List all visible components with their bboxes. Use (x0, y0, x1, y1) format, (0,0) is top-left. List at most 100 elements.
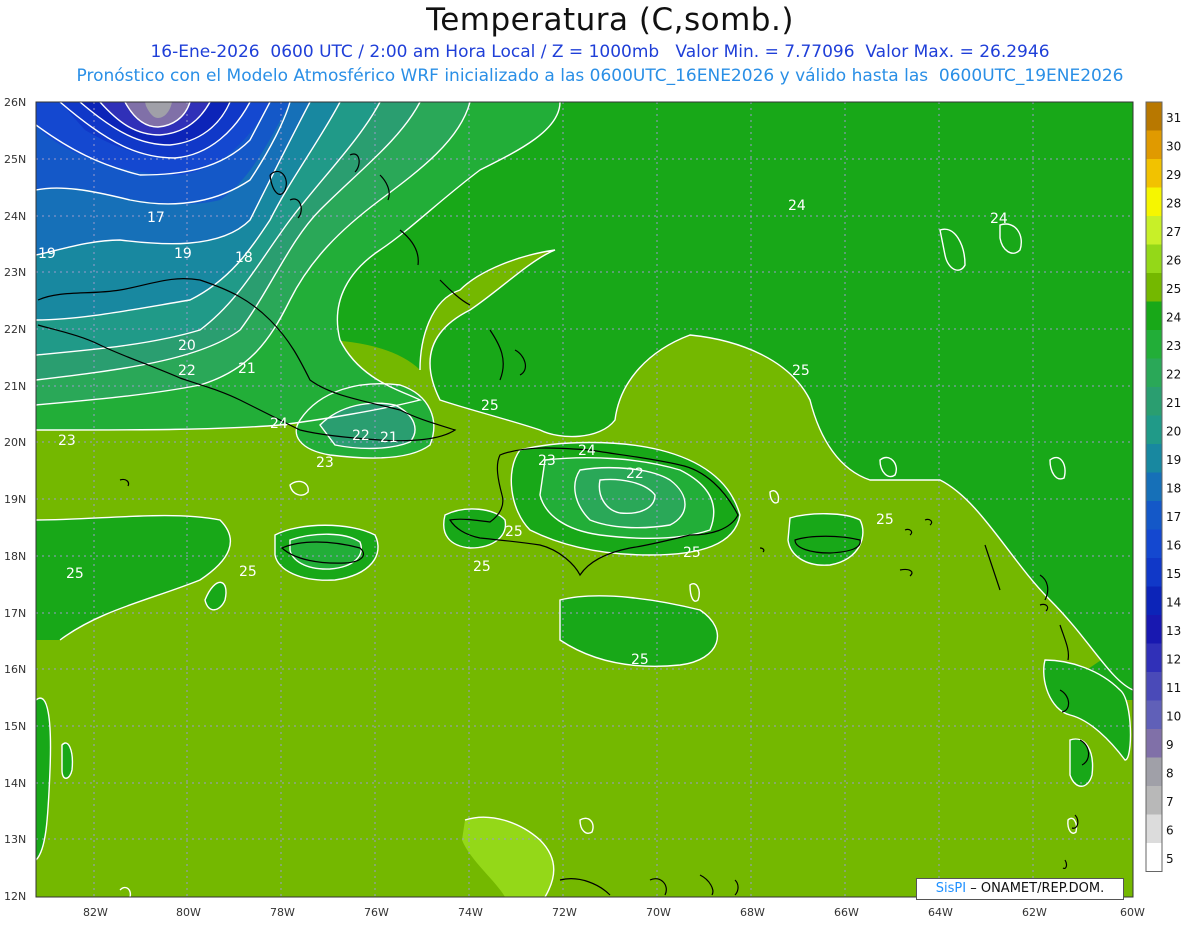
lat-label: 18N (4, 550, 26, 563)
colorbar-label: 7 (1166, 795, 1174, 809)
colorbar-label: 12 (1166, 653, 1181, 667)
colorbar-swatch (1146, 615, 1162, 644)
lat-label: 24N (4, 210, 26, 223)
lon-label: 76W (364, 906, 389, 919)
lon-label: 80W (176, 906, 201, 919)
colorbar: 31 30 29 28 27 26 25 24 23 22 21 20 19 18 17 16 15 14 13 12… (1145, 101, 1181, 872)
colorbar-swatch (1146, 586, 1162, 615)
credit-text: – ONAMET/REP.DOM. (966, 881, 1105, 896)
colorbar-swatch (1146, 102, 1162, 131)
colorbar-label: 20 (1166, 425, 1181, 439)
colorbar-swatch (1146, 273, 1162, 302)
colorbar-label: 13 (1166, 624, 1181, 638)
contour-label: 25 (505, 524, 523, 540)
lon-label: 64W (928, 906, 953, 919)
colorbar-label: 15 (1166, 567, 1181, 581)
colorbar-swatch (1146, 814, 1162, 843)
lat-label: 21N (4, 380, 26, 393)
contour-label: 25 (631, 652, 649, 668)
latitude-axis: 26N 25N 24N 23N 22N 21N 20N 19N 18N 17N … (4, 96, 26, 903)
lon-label: 72W (552, 906, 577, 919)
longitude-axis: 82W 80W 78W 76W 74W 72W 70W 68W 66W 64W … (83, 906, 1145, 919)
contour-label: 24 (990, 211, 1008, 227)
contour-label: 25 (876, 512, 894, 528)
colorbar-label: 18 (1166, 482, 1181, 496)
colorbar-label: 25 (1166, 282, 1181, 296)
colorbar-swatch (1146, 187, 1162, 216)
lat-label: 20N (4, 436, 26, 449)
lat-label: 25N (4, 153, 26, 166)
colorbar-swatch (1146, 529, 1162, 558)
lat-label: 19N (4, 493, 26, 506)
colorbar-swatch (1146, 501, 1162, 530)
colorbar-label: 16 (1166, 539, 1181, 553)
colorbar-label: 23 (1166, 339, 1181, 353)
contour-label: 25 (792, 363, 810, 379)
colorbar-label: 11 (1166, 681, 1181, 695)
colorbar-swatch (1146, 843, 1162, 872)
colorbar-swatch (1146, 729, 1162, 758)
colorbar-label: 21 (1166, 396, 1181, 410)
colorbar-label: 14 (1166, 596, 1181, 610)
colorbar-swatch (1146, 558, 1162, 587)
colorbar-label: 26 (1166, 254, 1181, 268)
lon-label: 62W (1022, 906, 1047, 919)
colorbar-swatch (1146, 444, 1162, 473)
lat-label: 12N (4, 890, 26, 903)
contour-label: 18 (235, 250, 253, 266)
colorbar-label: 8 (1166, 767, 1174, 781)
colorbar-label: 27 (1166, 225, 1181, 239)
colorbar-swatch (1146, 244, 1162, 273)
lat-label: 15N (4, 720, 26, 733)
contour-label: 23 (316, 455, 334, 471)
contour-label: 22 (626, 466, 644, 482)
lon-label: 70W (646, 906, 671, 919)
colorbar-swatch (1146, 301, 1162, 330)
lat-label: 23N (4, 266, 26, 279)
lat-label: 14N (4, 777, 26, 790)
colorbar-label: 24 (1166, 311, 1181, 325)
contour-label: 25 (683, 545, 701, 561)
contour-label: 24 (270, 416, 288, 432)
colorbar-label: 19 (1166, 453, 1181, 467)
lat-label: 26N (4, 96, 26, 109)
colorbar-swatch (1146, 643, 1162, 672)
lat-label: 13N (4, 833, 26, 846)
colorbar-label: 30 (1166, 140, 1181, 154)
lon-label: 82W (83, 906, 108, 919)
lat-label: 22N (4, 323, 26, 336)
colorbar-label: 6 (1166, 824, 1174, 838)
colorbar-swatch (1146, 786, 1162, 815)
contour-label: 25 (66, 566, 84, 582)
colorbar-label: 5 (1166, 852, 1174, 866)
colorbar-swatch (1146, 159, 1162, 188)
colorbar-swatch (1146, 700, 1162, 729)
contour-label: 21 (380, 430, 398, 446)
colorbar-swatch (1146, 387, 1162, 416)
colorbar-label: 22 (1166, 368, 1181, 382)
colorbar-label: 31 (1166, 111, 1181, 125)
colorbar-swatch (1146, 415, 1162, 444)
colorbar-swatch (1146, 757, 1162, 786)
colorbar-label: 10 (1166, 710, 1181, 724)
contour-label: 17 (147, 210, 165, 226)
lat-label: 17N (4, 607, 26, 620)
colorbar-label: 28 (1166, 197, 1181, 211)
colorbar-label: 29 (1166, 168, 1181, 182)
lon-label: 68W (740, 906, 765, 919)
lon-label: 74W (458, 906, 483, 919)
contour-label: 22 (352, 428, 370, 444)
lon-label: 66W (834, 906, 859, 919)
colorbar-swatch (1146, 358, 1162, 387)
contour-label: 21 (238, 361, 256, 377)
colorbar-label: 17 (1166, 510, 1181, 524)
contour-label: 20 (178, 338, 196, 354)
credit-brand: SisPI (935, 881, 967, 896)
colorbar-swatch (1146, 672, 1162, 701)
contour-label: 23 (58, 433, 76, 449)
colorbar-swatch (1146, 330, 1162, 359)
credit-box: SisPI – ONAMET/REP.DOM. (916, 878, 1124, 900)
contour-label: 19 (174, 246, 192, 262)
contour-label: 19 (38, 246, 56, 262)
colorbar-swatch (1146, 216, 1162, 245)
